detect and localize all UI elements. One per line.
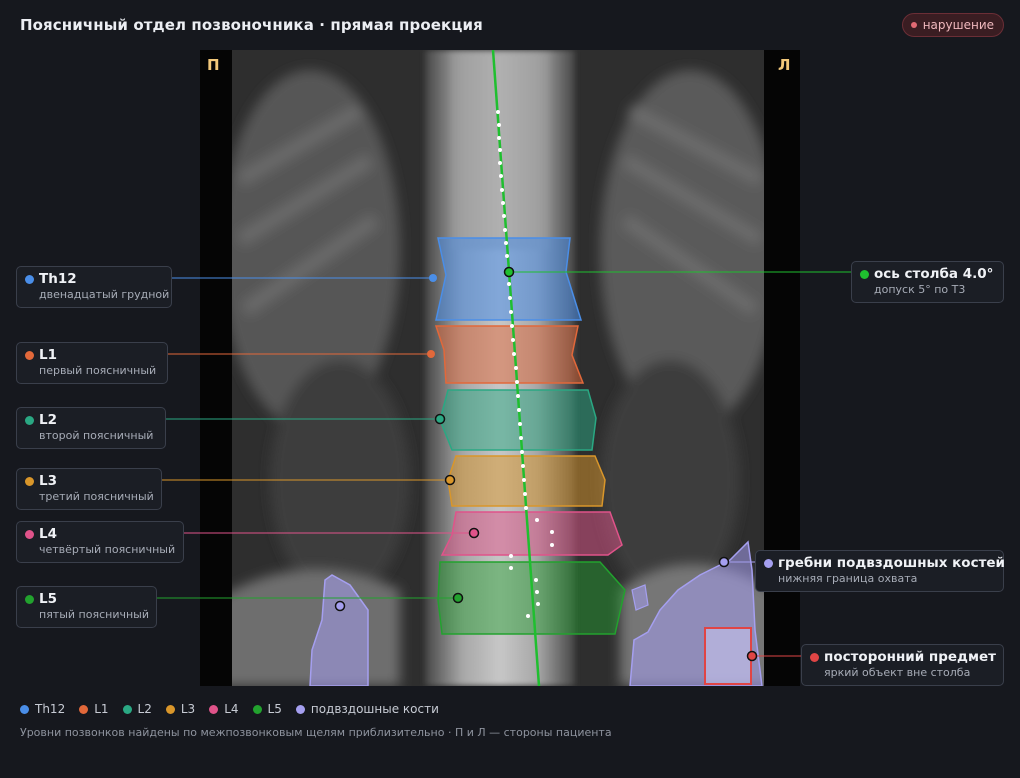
- foreign-object-box: [704, 627, 752, 685]
- label-iliac-subtitle: нижняя граница охвата: [778, 572, 918, 585]
- legend-l5-dot-icon: [252, 704, 262, 714]
- label-foreign-subtitle: яркий объект вне столба: [824, 666, 971, 679]
- axis-dot-icon: [860, 270, 869, 279]
- vertebra-l1-region: [434, 325, 585, 384]
- label-l2[interactable]: L2 второй поясничный: [16, 407, 166, 449]
- legend-item-th12[interactable]: Th12: [20, 702, 65, 716]
- legend-item-l2[interactable]: L2: [122, 702, 152, 716]
- legend-l4-label: L4: [224, 702, 239, 716]
- page-title: Поясничный отдел позвоночника · прямая п…: [20, 16, 483, 34]
- l5-dot-icon: [25, 595, 34, 604]
- xray-viewer[interactable]: [200, 50, 800, 686]
- legend-item-l3[interactable]: L3: [165, 702, 196, 716]
- label-iliac-title: гребни подвздошных костей: [778, 555, 1006, 571]
- legend-item-l1[interactable]: L1: [79, 702, 109, 716]
- legend-iliac-label: подвздошные кости: [310, 702, 439, 716]
- legend-item-iliac[interactable]: подвздошные кости: [295, 702, 439, 716]
- status-badge-label: нарушение: [922, 18, 994, 32]
- label-l1-title: L1: [39, 347, 57, 363]
- legend-l2-dot-icon: [122, 704, 132, 714]
- label-foreign-title: посторонний предмет: [824, 649, 996, 665]
- l2-dot-icon: [25, 416, 34, 425]
- label-l5-title: L5: [39, 591, 57, 607]
- l4-dot-icon: [25, 530, 34, 539]
- label-l1[interactable]: L1 первый поясничный: [16, 342, 168, 384]
- label-foreign-object[interactable]: посторонний предмет яркий объект вне сто…: [801, 644, 1004, 686]
- legend-l1-label: L1: [94, 702, 109, 716]
- legend-l4-dot-icon: [209, 704, 219, 714]
- alert-dot-icon: [910, 22, 917, 28]
- label-axis-title: ось столба 4.0°: [874, 266, 994, 282]
- label-iliac-crests[interactable]: гребни подвздошных костей нижняя граница…: [755, 550, 1006, 592]
- label-l4[interactable]: L4 четвёртый поясничный: [16, 521, 184, 563]
- label-l4-title: L4: [39, 526, 57, 542]
- label-l5-subtitle: пятый поясничный: [39, 608, 149, 621]
- legend-th12-dot-icon: [20, 704, 29, 714]
- label-l3[interactable]: L3 третий поясничный: [16, 468, 162, 510]
- legend-l2-label: L2: [137, 702, 152, 716]
- label-axis-subtitle: допуск 5° по Т3: [874, 283, 966, 296]
- legend-item-l5[interactable]: L5: [252, 702, 282, 716]
- th12-dot-icon: [25, 275, 34, 284]
- legend-l5-label: L5: [267, 702, 282, 716]
- label-l1-subtitle: первый поясничный: [39, 364, 157, 377]
- legend-item-l4[interactable]: L4: [209, 702, 239, 716]
- label-l2-title: L2: [39, 412, 57, 428]
- legend-th12-label: Th12: [35, 702, 66, 716]
- status-badge: нарушение: [901, 13, 1004, 37]
- label-l3-title: L3: [39, 473, 57, 489]
- label-l5[interactable]: L5 пятый поясничный: [16, 586, 157, 628]
- patient-left-marker: Л: [778, 56, 791, 74]
- legend-iliac-dot-icon: [295, 704, 305, 714]
- label-th12-title: Th12: [39, 271, 77, 287]
- vertebra-l4-region: [440, 511, 623, 556]
- legend-l3-label: L3: [180, 702, 196, 716]
- label-th12-subtitle: двенадцатый грудной: [39, 288, 170, 301]
- label-th12[interactable]: Th12 двенадцатый грудной: [16, 266, 172, 308]
- foreign-dot-icon: [810, 653, 819, 662]
- l3-dot-icon: [25, 477, 34, 486]
- label-l3-subtitle: третий поясничный: [39, 490, 154, 503]
- legend-l1-dot-icon: [79, 704, 89, 714]
- label-spinal-axis[interactable]: ось столба 4.0° допуск 5° по Т3: [851, 261, 1004, 303]
- label-l2-subtitle: второй поясничный: [39, 429, 154, 442]
- footnote: Уровни позвонков найдены по межпозвонков…: [20, 726, 612, 739]
- patient-right-marker: П: [207, 56, 220, 74]
- legend-l3-dot-icon: [165, 704, 175, 714]
- legend: Th12 L1 L2 L3 L4 L5 подвздошные кости: [20, 702, 439, 716]
- label-l4-subtitle: четвёртый поясничный: [39, 543, 176, 556]
- iliac-dot-icon: [764, 559, 773, 568]
- l1-dot-icon: [25, 351, 34, 360]
- xray-image: [200, 50, 800, 686]
